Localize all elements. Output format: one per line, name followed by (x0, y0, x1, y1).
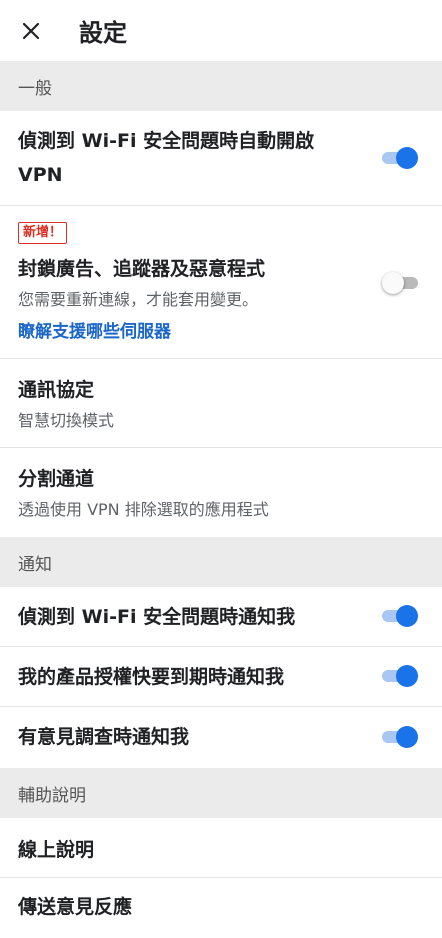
toggle-knob (396, 665, 418, 687)
new-badge: 新增！ (18, 222, 68, 244)
wifi-auto-vpn-label-line1: 偵測到 Wi-Fi 安全問題時自動開啟 (18, 130, 315, 152)
split-tunnel-subtitle: 透過使用 VPN 排除選取的應用程式 (18, 500, 269, 519)
protocol-row[interactable]: 通訊協定 智慧切換模式 (0, 359, 442, 448)
wifi-auto-vpn-row[interactable]: 偵測到 Wi-Fi 安全問題時自動開啟 VPN (0, 111, 442, 206)
survey-notify-toggle[interactable] (382, 726, 418, 748)
block-ads-row[interactable]: 新增！ 封鎖廣告、追蹤器及惡意程式 您需要重新連線，才能套用變更。 瞭解支援哪些… (0, 206, 442, 359)
top-app-bar: 設定 (0, 0, 442, 61)
feedback-label: 傳送意見反應 (18, 896, 133, 918)
wifi-notify-row[interactable]: 偵測到 Wi-Fi 安全問題時通知我 (0, 587, 442, 647)
online-help-row[interactable]: 線上說明 (0, 818, 442, 878)
block-ads-title: 封鎖廣告、追蹤器及惡意程式 (18, 258, 266, 280)
feedback-row[interactable]: 傳送意見反應 (0, 878, 442, 938)
protocol-value: 智慧切換模式 (18, 411, 115, 430)
close-button[interactable] (16, 16, 46, 46)
supported-servers-link[interactable]: 瞭解支援哪些伺服器 (18, 319, 171, 345)
close-icon (22, 22, 40, 39)
license-notify-toggle[interactable] (382, 665, 418, 687)
survey-notify-label: 有意見調查時通知我 (18, 726, 190, 748)
license-notify-label: 我的產品授權快要到期時通知我 (18, 666, 285, 688)
license-notify-row[interactable]: 我的產品授權快要到期時通知我 (0, 647, 442, 707)
online-help-label: 線上說明 (18, 839, 95, 861)
toggle-knob (396, 726, 418, 748)
survey-notify-row[interactable]: 有意見調查時通知我 (0, 707, 442, 768)
protocol-title: 通訊協定 (18, 379, 95, 401)
wifi-auto-vpn-toggle[interactable] (382, 147, 418, 169)
section-header-help: 輔助說明 (0, 768, 442, 818)
page-title: 設定 (79, 19, 127, 47)
wifi-notify-toggle[interactable] (382, 605, 418, 627)
split-tunnel-title: 分割通道 (18, 468, 95, 490)
toggle-knob (382, 272, 404, 294)
wifi-auto-vpn-label-line2: VPN (18, 164, 63, 186)
split-tunnel-row[interactable]: 分割通道 透過使用 VPN 排除選取的應用程式 (0, 448, 442, 537)
section-header-general: 一般 (0, 61, 442, 111)
wifi-notify-label: 偵測到 Wi-Fi 安全問題時通知我 (18, 606, 296, 628)
block-ads-subtitle: 您需要重新連線，才能套用變更。 (18, 290, 259, 309)
toggle-knob (396, 605, 418, 627)
block-ads-toggle[interactable] (382, 272, 418, 294)
toggle-knob (396, 147, 418, 169)
section-header-notifications: 通知 (0, 537, 442, 587)
